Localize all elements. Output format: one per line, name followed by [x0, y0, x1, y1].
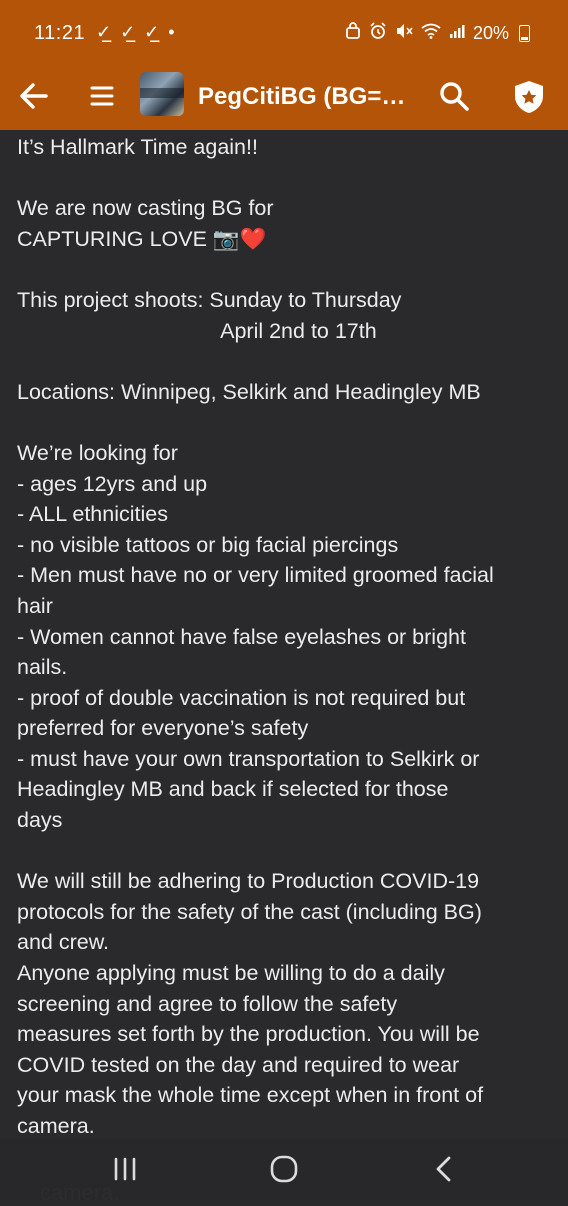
post-line: - Women cannot have false eyelashes or b… [17, 624, 466, 649]
home-icon[interactable] [268, 1153, 300, 1185]
post-line: Headingley MB and back if selected for t… [17, 777, 449, 802]
nav-back-icon[interactable] [430, 1153, 458, 1185]
alarm-icon [369, 22, 387, 45]
battery-icon [519, 25, 530, 42]
post-line: It’s Hallmark Time again!! [17, 135, 258, 159]
post-line: - Men must have no or very limited groom… [17, 563, 494, 588]
post-line: - must have your own transportation to S… [17, 746, 480, 771]
search-icon[interactable] [438, 80, 470, 112]
post-line: We will still be adhering to Production … [17, 869, 480, 894]
post-line: Locations: Winnipeg, Selkirk and Heading… [17, 379, 481, 404]
post-line: preferred for everyone’s safety [17, 716, 309, 741]
status-time: 11:21 [34, 22, 86, 44]
community-title[interactable]: PegCitiBG (BG=B... [198, 83, 416, 111]
signal-icon [449, 23, 465, 44]
post-line: April 2nd to 17th [17, 318, 377, 343]
post-body: It’s Hallmark Time again!! We are now ca… [17, 132, 557, 1138]
post-line: and crew. [17, 930, 110, 955]
wifi-icon [421, 23, 441, 44]
post-line: - ages 12yrs and up [17, 471, 208, 496]
post-line: camera. [17, 1114, 95, 1138]
post-line: measures set forth by the production. Yo… [17, 1022, 480, 1047]
post-line: COVID tested on the day and required to … [17, 1052, 460, 1077]
post-line: - no visible tattoos or big facial pierc… [17, 532, 399, 557]
post-line: This project shoots: Sunday to Thursday [17, 287, 402, 312]
post-line: Anyone applying must be willing to do a … [17, 961, 445, 986]
menu-icon[interactable] [88, 80, 116, 112]
post-line: We are now casting BG for [17, 196, 274, 221]
shield-icon[interactable] [512, 79, 546, 115]
post-line: nails. [17, 655, 68, 680]
battery-percent: 20% [472, 23, 509, 43]
mute-icon [395, 22, 413, 45]
post-line: days [17, 808, 63, 833]
status-bar: 11:21 ✓̲ ✓̲ ✓̲ • 20% [0, 0, 568, 66]
post-line: - ALL ethnicities [17, 502, 168, 527]
back-arrow-icon[interactable] [16, 78, 52, 114]
vpn-icon [345, 22, 361, 45]
notification-icons: ✓̲ ✓̲ ✓̲ • [96, 22, 177, 42]
post-line: - proof of double vaccination is not req… [17, 685, 466, 710]
post-line: your mask the whole time except when in … [17, 1083, 484, 1108]
post-line: CAPTURING LOVE 📷❤️ [17, 226, 267, 251]
community-avatar[interactable] [140, 72, 184, 116]
post-line: protocols for the safety of the cast (in… [17, 899, 482, 924]
status-indicators: 20% [345, 22, 530, 45]
system-nav-bar [0, 1138, 568, 1200]
post-line: screening and agree to follow the safety [17, 991, 398, 1016]
post-line: We’re looking for [17, 440, 178, 465]
recents-icon[interactable] [110, 1154, 140, 1184]
app-toolbar: PegCitiBG (BG=B... [0, 66, 568, 130]
post-content: It’s Hallmark Time again!! We are now ca… [0, 130, 568, 1138]
post-line: hair [17, 593, 53, 618]
